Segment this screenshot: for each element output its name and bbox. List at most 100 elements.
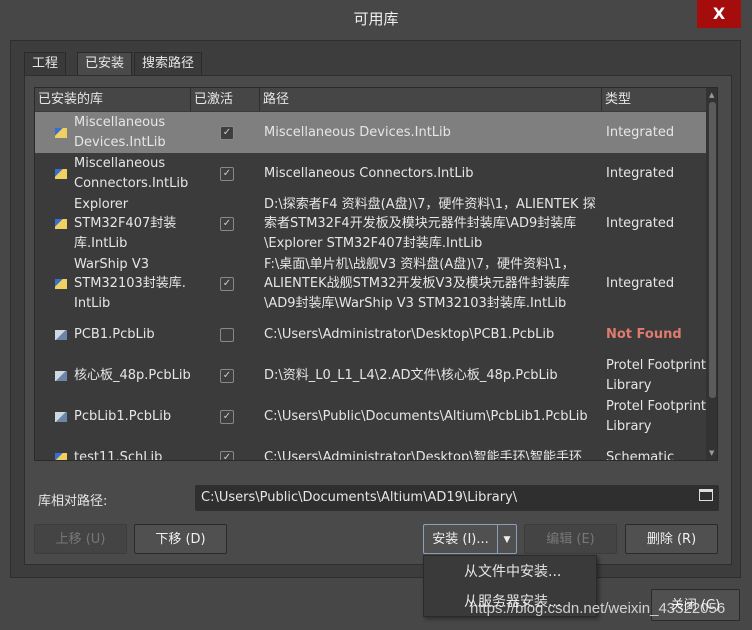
move-up-button[interactable]: 上移 (U) — [34, 524, 127, 554]
library-path: F:\桌面\单片机\战舰V3 资料盘(A盘)\7，硬件资料\1， ALIENTEK… — [264, 255, 604, 314]
library-name: PCB1.PcbLib — [74, 325, 194, 345]
library-name: Miscellaneous Connectors.IntLib — [74, 154, 194, 193]
table-row[interactable]: PcbLib1.PcbLib ✓ C:\Users\Public\Documents… — [35, 396, 706, 437]
column-header-library[interactable]: 已安装的库 — [35, 88, 191, 111]
library-name-line: Connectors.IntLib — [74, 175, 189, 191]
library-path-line: ALIENTEK战舰STM32开发板V3及模块元器件封装库 — [264, 276, 570, 292]
library-name-line: WarShip V3 — [74, 256, 149, 272]
menu-item-install-from-file[interactable]: 从文件中安装... — [424, 557, 596, 587]
library-type-line: Integrated — [606, 216, 675, 232]
library-name-line: Miscellaneous — [74, 115, 166, 130]
library-path-line: C:\Users\Public\Documents\Altium\PcbLib1… — [264, 408, 588, 424]
library-name: test11.SchLib — [74, 448, 194, 461]
active-checkbox[interactable]: ✓ — [220, 217, 234, 231]
library-path-line: F:\桌面\单片机\战舰V3 资料盘(A盘)\7，硬件资料\1， — [264, 256, 575, 272]
column-header-type[interactable]: 类型 — [602, 88, 706, 111]
library-type-line: Protel Footprint — [606, 399, 707, 414]
library-path-line: \Explorer STM32F407封装库.IntLib — [264, 235, 483, 251]
relative-path-input[interactable]: C:\Users\Public\Documents\Altium\AD19\Li… — [195, 485, 719, 511]
active-checkbox[interactable] — [220, 327, 234, 342]
pcblib-icon — [55, 329, 67, 340]
move-down-button[interactable]: 下移 (D) — [134, 524, 227, 554]
column-header-active[interactable]: 已激活 — [191, 88, 260, 111]
active-checkbox[interactable]: ✓ — [220, 368, 234, 383]
intlib-icon — [55, 219, 67, 229]
library-path-line: C:\Users\Administrator\Desktop\PCB1.PcbL… — [264, 326, 555, 342]
library-type-line: Integrated — [606, 165, 675, 181]
schlib-icon — [55, 452, 67, 460]
intlib-icon — [55, 279, 67, 289]
library-name: Miscellaneous Devices.IntLib — [74, 113, 194, 152]
window-title: 可用库 — [353, 10, 399, 28]
table-row[interactable]: test11.SchLib ✓ C:\Users\Administrator\Des… — [35, 437, 706, 461]
table-row[interactable]: Miscellaneous Connectors.IntLib ✓ Miscellan… — [35, 153, 706, 194]
table-row[interactable]: Miscellaneous Devices.IntLib ✓ Miscellaneou… — [35, 112, 706, 153]
scrollbar-thumb[interactable] — [709, 102, 716, 398]
pcblib-icon — [55, 370, 67, 381]
installed-libraries-table: 已安装的库 已激活 路径 类型 Miscellaneous Devices.Int… — [34, 87, 718, 461]
active-checkbox[interactable]: ✓ — [220, 450, 234, 460]
watermark: https://blog.csdn.net/weixin_43322056 — [470, 600, 726, 617]
relative-path-value: C:\Users\Public\Documents\Altium\AD19\Li… — [201, 490, 518, 505]
delete-button[interactable]: 删除 (R) — [625, 524, 718, 554]
library-name: Explorer STM32F407封装 库.IntLib — [74, 195, 194, 254]
tab-installed[interactable]: 已安装 — [77, 52, 133, 75]
library-path-line: 索者STM32F4开发板及模块元器件封装库\AD9封装库 — [264, 216, 577, 232]
active-checkbox[interactable]: ✓ — [220, 409, 234, 424]
library-type-line: Integrated — [606, 276, 675, 292]
library-name-line: 核心板_48p.PcbLib — [74, 367, 191, 383]
scroll-up-icon[interactable]: ▲ — [709, 91, 714, 99]
table-row[interactable]: 核心板_48p.PcbLib ✓ D:\资料_L0_L1_L4\2.AD文件\核心板… — [35, 355, 706, 396]
tab-project[interactable]: 工程 — [24, 52, 67, 75]
install-button[interactable]: 安装 (I)... — [423, 524, 497, 554]
library-type-line: Integrated — [606, 124, 675, 140]
tab-search-path[interactable]: 搜索路径 — [134, 52, 203, 75]
table-row[interactable]: WarShip V3 STM32103封装库. IntLib ✓ F:\桌面\单片机\战… — [35, 254, 706, 314]
library-name-line: Miscellaneous — [74, 156, 166, 171]
intlib-icon — [55, 127, 67, 138]
library-name-line: test11.SchLib — [74, 449, 163, 461]
library-type-line: Not Found — [606, 326, 682, 342]
library-type: Not Found — [606, 325, 706, 345]
library-type-line: Schematic — [606, 449, 675, 461]
library-type: Integrated — [606, 274, 706, 294]
library-type: Schematic — [606, 448, 706, 461]
close-window-button[interactable]: X — [697, 0, 741, 28]
library-name-line: PcbLib1.PcbLib — [74, 408, 172, 424]
library-path: Miscellaneous Devices.IntLib — [264, 123, 604, 143]
library-type: Integrated — [606, 214, 706, 234]
open-folder-icon[interactable] — [699, 489, 713, 501]
library-path-line: Miscellaneous Devices.IntLib — [264, 124, 451, 140]
library-path-line: \AD9封装库\WarShip V3 STM32103封装库.IntLib — [264, 295, 567, 311]
library-type: Integrated — [606, 123, 706, 143]
library-name: PcbLib1.PcbLib — [74, 407, 194, 427]
scroll-down-icon[interactable]: ▼ — [709, 449, 714, 457]
library-name-line: STM32103封装库. — [74, 276, 186, 292]
library-type: Protel Footprint Library — [606, 397, 706, 436]
library-name-line: PCB1.PcbLib — [74, 326, 155, 342]
library-path: D:\资料_L0_L1_L4\2.AD文件\核心板_48p.PcbLib — [264, 366, 604, 386]
library-path: Miscellaneous Connectors.IntLib — [264, 164, 604, 184]
install-dropdown-chevron-down-icon[interactable]: ▼ — [497, 524, 517, 554]
active-checkbox[interactable]: ✓ — [220, 125, 234, 140]
library-type: Protel Footprint Library — [606, 356, 706, 395]
library-name-line: Explorer — [74, 196, 129, 212]
relative-path-label: 库相对路径: — [38, 494, 108, 509]
active-checkbox[interactable]: ✓ — [220, 277, 234, 291]
vertical-scrollbar[interactable]: ▲ ▼ — [706, 88, 717, 460]
edit-button[interactable]: 编辑 (E) — [524, 524, 617, 554]
table-row[interactable]: PCB1.PcbLib C:\Users\Administrator\Deskto… — [35, 314, 706, 355]
library-type: Integrated — [606, 164, 706, 184]
column-header-path[interactable]: 路径 — [260, 88, 602, 111]
active-checkbox[interactable]: ✓ — [220, 166, 234, 181]
library-type-line: Protel Footprint — [606, 358, 707, 373]
library-path: C:\Users\Administrator\Desktop\PCB1.PcbL… — [264, 325, 604, 345]
intlib-icon — [55, 168, 67, 179]
library-path: D:\探索者F4 资料盘(A盘)\7，硬件资料\1，ALIENTEK 探索者ST… — [264, 195, 604, 254]
library-name: 核心板_48p.PcbLib — [74, 366, 194, 386]
table-row[interactable]: Explorer STM32F407封装 库.IntLib ✓ D:\探索者F4 资料盘… — [35, 194, 706, 254]
library-path-line: Miscellaneous Connectors.IntLib — [264, 165, 474, 181]
library-name: WarShip V3 STM32103封装库. IntLib — [74, 255, 194, 314]
library-path-line: C:\Users\Administrator\Desktop\智能手环\智能手环 — [264, 449, 582, 461]
library-path-line: D:\资料_L0_L1_L4\2.AD文件\核心板_48p.PcbLib — [264, 367, 558, 383]
